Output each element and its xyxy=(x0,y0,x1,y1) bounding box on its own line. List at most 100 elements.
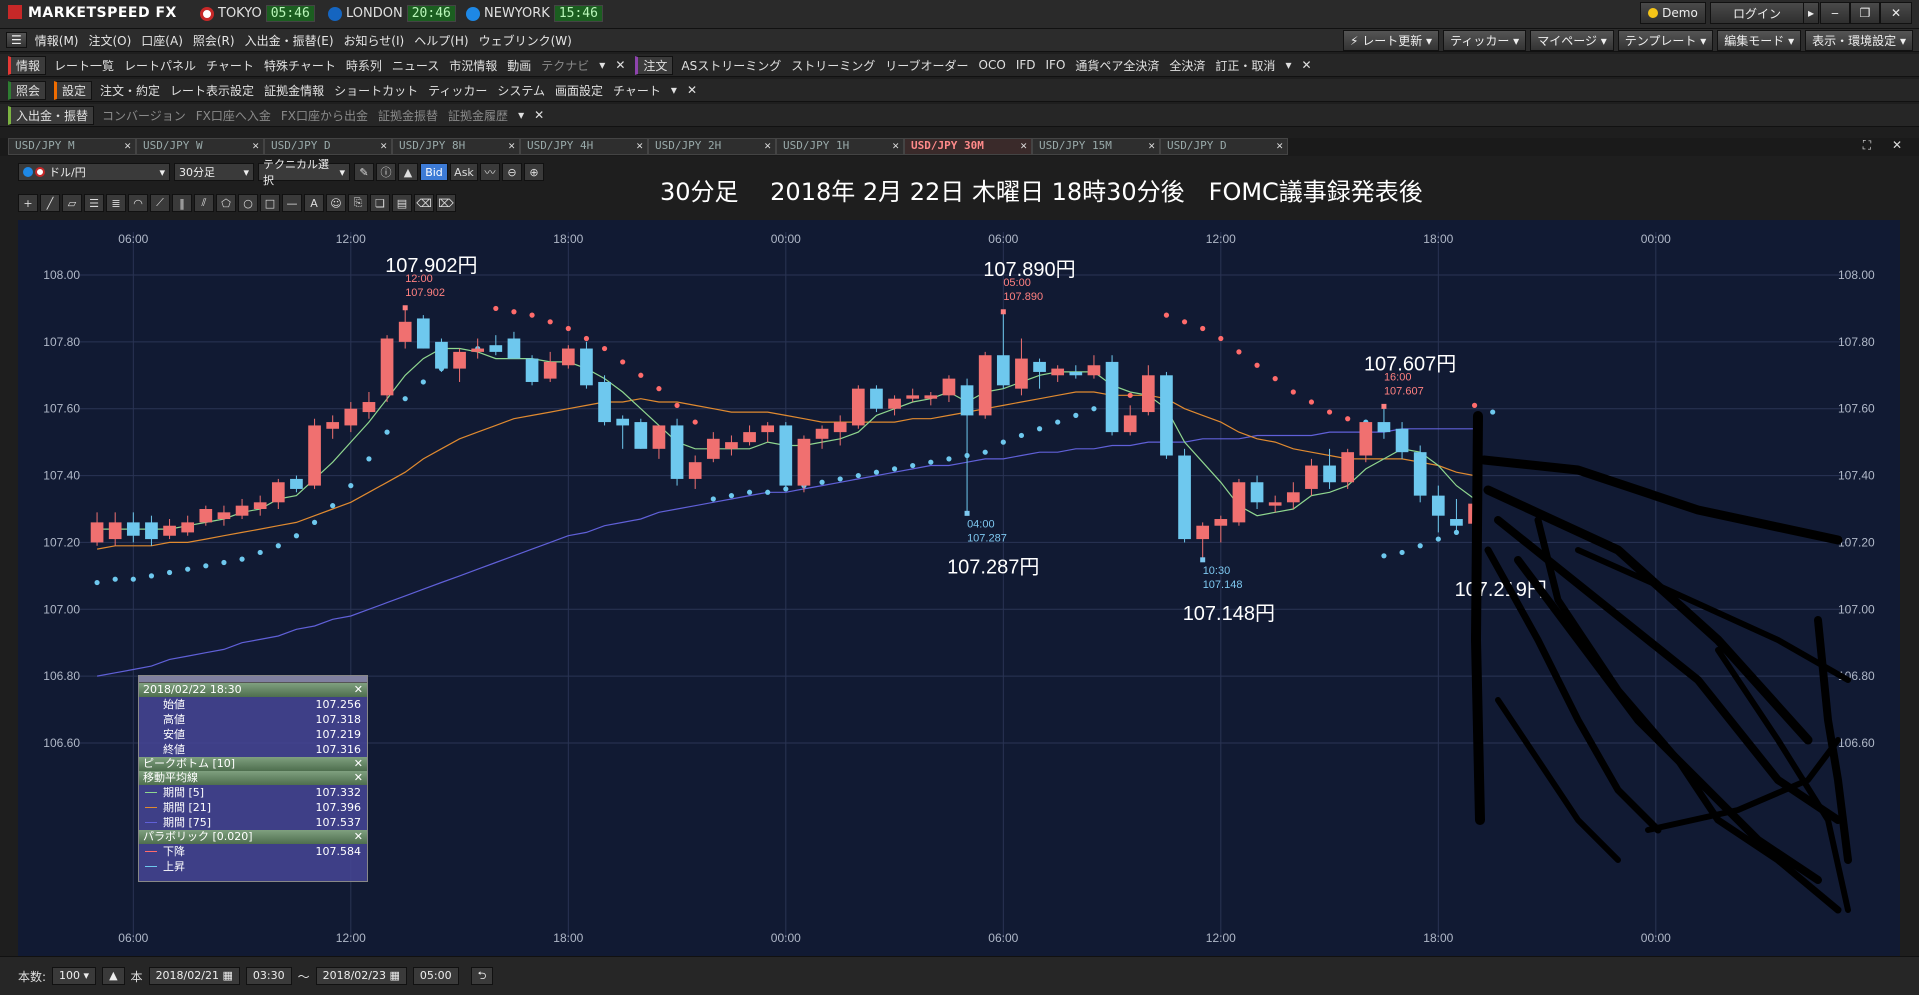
paste-icon[interactable]: ▤ xyxy=(392,194,412,212)
close-icon[interactable]: ✕ xyxy=(354,830,363,844)
calendar-icon[interactable]: ▦ xyxy=(390,969,400,982)
tab-close-icon[interactable]: ✕ xyxy=(380,139,387,152)
chart-style-icon[interactable]: 〰 xyxy=(480,163,500,181)
horizontal-lines-icon[interactable]: ☰ xyxy=(84,194,104,212)
tab-usdjpy-m[interactable]: USD/JPY M ✕ xyxy=(8,138,136,155)
restore-button[interactable]: ❐ xyxy=(1850,2,1880,24)
toolbar1-dropdown-icon[interactable]: ▾ xyxy=(599,58,605,72)
toolbar-shortcut[interactable]: ショートカット xyxy=(334,82,418,99)
toolbar-ticker[interactable]: ティッカー xyxy=(428,82,487,99)
info-icon[interactable]: ⓘ xyxy=(376,163,396,181)
tab-close-icon[interactable]: ✕ xyxy=(1148,139,1155,152)
tab-usdjpy-d[interactable]: USD/JPY D ✕ xyxy=(264,138,392,155)
ruler-icon[interactable]: ▱ xyxy=(62,194,82,212)
toolbar2-dropdown-icon[interactable]: ▾ xyxy=(671,83,677,97)
toolbar3-close-icon[interactable]: ✕ xyxy=(534,108,544,122)
fibonacci-icon[interactable]: ≣ xyxy=(106,194,126,212)
drag-handle[interactable] xyxy=(139,676,367,683)
toolbar-streaming[interactable]: ストリーミング xyxy=(791,57,875,74)
technical-select[interactable]: テクニカル選択 ▾ xyxy=(258,158,350,187)
menu-deposit[interactable]: 入出金・振替(E) xyxy=(245,32,334,49)
count-up-icon[interactable]: ▲ xyxy=(102,967,125,985)
toolbar-fx-deposit[interactable]: FX口座へ入金 xyxy=(196,107,271,124)
rate-update-button[interactable]: ⚡ レート更新 ▾ xyxy=(1342,29,1440,51)
toolbar-market-info[interactable]: 市況情報 xyxy=(449,57,497,74)
pen-icon[interactable]: ✎ xyxy=(354,163,374,181)
toolbar2-close-icon[interactable]: ✕ xyxy=(687,83,697,97)
toolbar-ifd[interactable]: IFD xyxy=(1016,58,1036,72)
start-time-field[interactable]: 03:30 xyxy=(245,967,292,985)
toolbar-rate-display[interactable]: レート表示設定 xyxy=(170,82,254,99)
menu-order[interactable]: 注文(O) xyxy=(88,32,131,49)
count-select[interactable]: 100 ▾ xyxy=(52,967,97,985)
crosshair-icon[interactable]: + xyxy=(18,194,38,212)
toolbar-rate-list[interactable]: レート一覧 xyxy=(54,57,114,74)
toolbar-chart[interactable]: チャート xyxy=(206,57,254,74)
close-icon[interactable]: ✕ xyxy=(354,683,363,697)
trendline-icon[interactable]: ╱ xyxy=(40,194,60,212)
toolbar-screen-settings[interactable]: 画面設定 xyxy=(555,82,603,99)
ticker-button[interactable]: ティッカー ▾ xyxy=(1443,29,1527,51)
toolbar3-dropdown-icon[interactable]: ▾ xyxy=(518,108,524,122)
currency-pair-select[interactable]: ドル/円 ▾ xyxy=(18,163,170,181)
start-date-field[interactable]: 2018/02/21 ▦ xyxy=(148,967,240,985)
menu-notice[interactable]: お知らせ(I) xyxy=(344,32,405,49)
minimize-button[interactable]: ‒ xyxy=(1820,2,1850,24)
tab-usdjpy-30m[interactable]: USD/JPY 30M ✕ xyxy=(904,138,1032,155)
duplicate-icon[interactable]: ❏ xyxy=(370,194,390,212)
toolbar-pair-settle[interactable]: 通貨ペア全決済 xyxy=(1075,57,1159,74)
tab-usdjpy-d2[interactable]: USD/JPY D ✕ xyxy=(1160,138,1288,155)
login-menu-arrow[interactable]: ▸ xyxy=(1803,2,1819,24)
toolbar-margin-transfer[interactable]: 証拠金振替 xyxy=(378,107,438,124)
toolbar-leave-order[interactable]: リーブオーダー xyxy=(885,57,968,74)
ask-button[interactable]: Ask xyxy=(450,163,478,181)
timeframe-select[interactable]: 30分足 ▾ xyxy=(174,163,254,181)
display-settings-button[interactable]: 表示・環境設定 ▾ xyxy=(1805,29,1913,51)
toolbar-system[interactable]: システム xyxy=(497,82,545,99)
toolbar-chart-settings[interactable]: チャート xyxy=(613,82,661,99)
toolbar1b-dropdown-icon[interactable]: ▾ xyxy=(1285,58,1291,72)
tab-close-icon[interactable]: ✕ xyxy=(1020,139,1027,152)
tab-close-icon[interactable]: ✕ xyxy=(252,139,259,152)
close-icon[interactable]: ✕ xyxy=(354,757,363,771)
toolbar-video[interactable]: 動画 xyxy=(507,57,531,74)
demo-button[interactable]: Demo xyxy=(1640,2,1706,24)
area-chart-icon[interactable]: ▲ xyxy=(398,163,418,181)
edit-mode-button[interactable]: 編集モード ▾ xyxy=(1717,29,1802,51)
close-icon[interactable]: ✕ xyxy=(354,771,363,785)
toolbar-all-settle[interactable]: 全決済 xyxy=(1169,57,1205,74)
toolbar-technavi[interactable]: テクナビ xyxy=(541,57,589,74)
toolbar-margin-history[interactable]: 証拠金履歴 xyxy=(448,107,508,124)
tab-usdjpy-1h[interactable]: USD/JPY 1H ✕ xyxy=(776,138,904,155)
menu-weblink[interactable]: ウェブリンク(W) xyxy=(479,32,572,49)
tab-usdjpy-2h[interactable]: USD/JPY 2H ✕ xyxy=(648,138,776,155)
tab-close-icon[interactable]: ✕ xyxy=(636,139,643,152)
tab-close-icon[interactable]: ✕ xyxy=(892,139,899,152)
toolbar-margin-info[interactable]: 証拠金情報 xyxy=(264,82,324,99)
toolbar-ifo[interactable]: IFO xyxy=(1046,58,1066,72)
toolbar-conversion[interactable]: コンバージョン xyxy=(102,107,186,124)
toolbar-special-chart[interactable]: 特殊チャート xyxy=(264,57,336,74)
toolbar-rate-panel[interactable]: レートパネル xyxy=(124,57,196,74)
tab-usdjpy-4h[interactable]: USD/JPY 4H ✕ xyxy=(520,138,648,155)
tab-usdjpy-w[interactable]: USD/JPY W ✕ xyxy=(136,138,264,155)
copy-icon[interactable]: ⎘ xyxy=(348,194,368,212)
toolbar1b-close-icon[interactable]: ✕ xyxy=(1301,58,1311,72)
menu-account[interactable]: 口座(A) xyxy=(141,32,183,49)
toolbar-timeseries[interactable]: 時系列 xyxy=(346,57,382,74)
tab-close-icon[interactable]: ✕ xyxy=(764,139,771,152)
stamp-icon[interactable]: ☺ xyxy=(326,194,346,212)
text-icon[interactable]: A xyxy=(304,194,324,212)
channel-icon[interactable]: ⫽ xyxy=(194,194,214,212)
menu-inquiry[interactable]: 照会(R) xyxy=(193,32,235,49)
horizontal-line-icon[interactable]: — xyxy=(282,194,302,212)
toolbar-as-streaming[interactable]: ASストリーミング xyxy=(681,57,781,74)
tab-close-icon[interactable]: ✕ xyxy=(124,139,131,152)
delete-all-icon[interactable]: ⌦ xyxy=(436,194,456,212)
toolbar-fx-withdraw[interactable]: FX口座から出金 xyxy=(281,107,368,124)
tab-close-icon[interactable]: ✕ xyxy=(1276,139,1283,152)
toolbar-modify-cancel[interactable]: 訂正・取消 xyxy=(1215,57,1275,74)
mypage-button[interactable]: マイページ ▾ xyxy=(1530,29,1614,51)
circle-icon[interactable]: ○ xyxy=(238,194,258,212)
end-date-field[interactable]: 2018/02/23 ▦ xyxy=(315,967,407,985)
